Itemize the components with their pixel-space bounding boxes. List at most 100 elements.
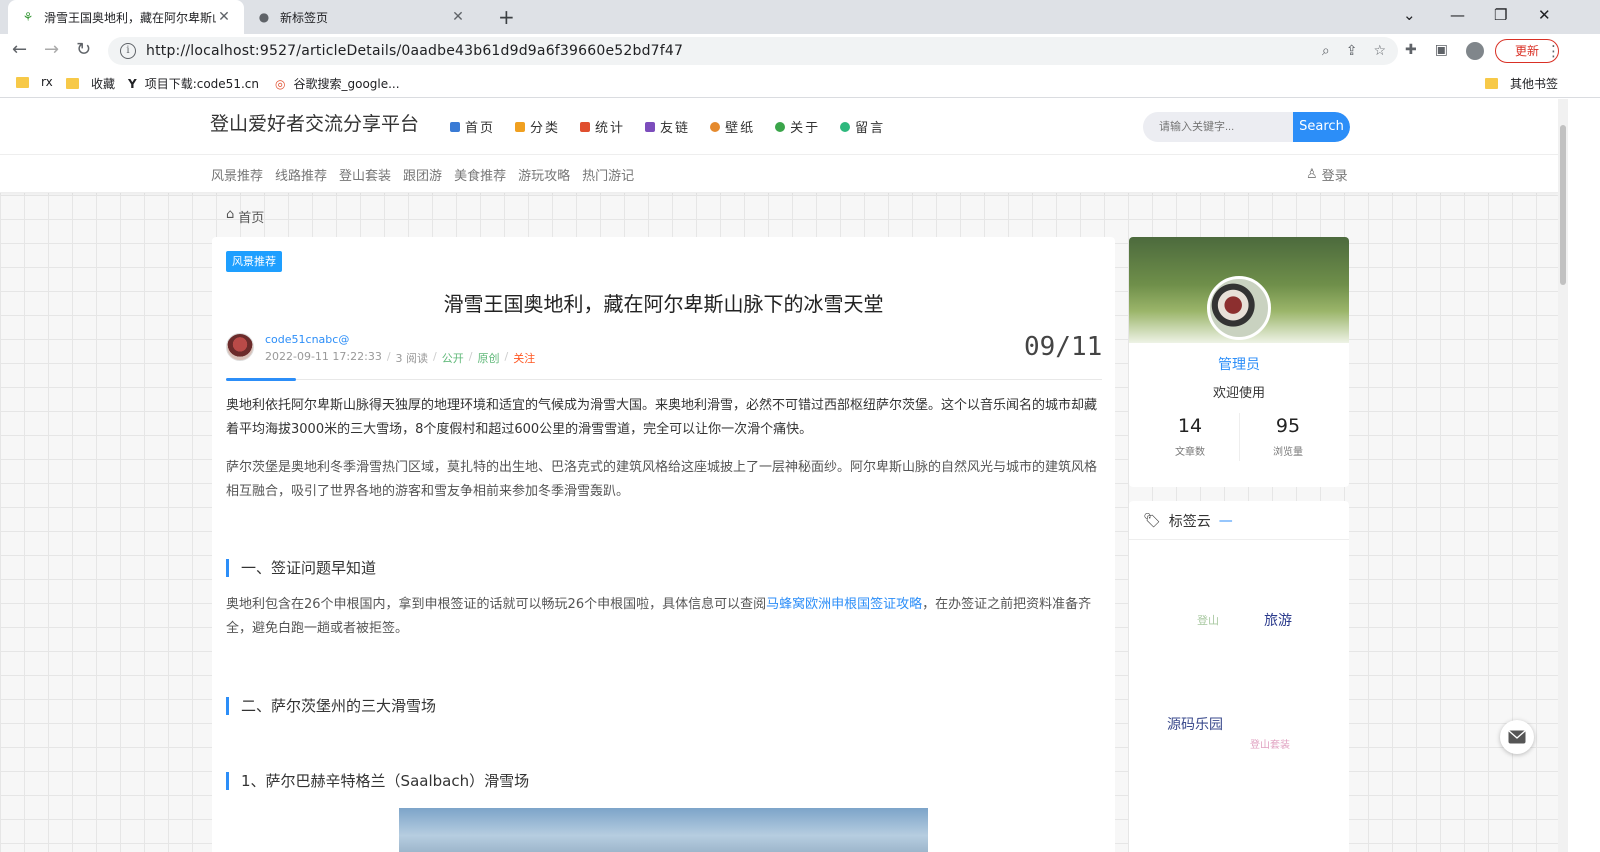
visa-guide-link[interactable]: 马蜂窝欧洲申根国签证攻略 xyxy=(766,597,922,612)
site-logo[interactable]: 登山爱好者交流分享平台 xyxy=(210,109,419,136)
article-meta: 2022-09-11 17:22:33 / 3 阅读 / 公开 / 原创 / 关… xyxy=(265,350,535,366)
subnav-item[interactable]: 美食推荐 xyxy=(454,165,506,184)
folder-icon xyxy=(66,78,79,89)
nav-about[interactable]: 关于 xyxy=(775,117,820,136)
stat-articles-label: 文章数 xyxy=(1175,447,1205,458)
links-nav-icon xyxy=(645,121,656,132)
article-visibility: 公开 xyxy=(441,352,464,365)
subnav-item[interactable]: 游玩攻略 xyxy=(518,165,570,184)
bookmark-rx[interactable]: rx xyxy=(16,75,53,89)
tag-item[interactable]: 登山 xyxy=(1197,612,1219,628)
browser-toolbar: ← → ↻ i http://localhost:9527/articleDet… xyxy=(0,34,1600,68)
puzzle-icon[interactable]: ✚ xyxy=(1405,42,1417,60)
stat-views[interactable]: 95 浏览量 xyxy=(1233,415,1343,458)
sub-nav: 风景推荐 线路推荐 登山套装 跟团游 美食推荐 游玩攻略 热门游记 xyxy=(211,165,634,184)
page-scrollbar[interactable] xyxy=(1558,99,1568,852)
page-viewport: 登山爱好者交流分享平台 首页 分类 统计 友链 壁纸 关于 留言 Search … xyxy=(0,99,1558,852)
bookmark-favorites[interactable]: 收藏 xyxy=(66,75,115,92)
minimize-icon[interactable]: — xyxy=(1450,6,1465,24)
subnav-item[interactable]: 热门游记 xyxy=(582,165,634,184)
breadcrumb: ⌂ 首页 xyxy=(226,207,264,226)
follow-link[interactable]: 关注 xyxy=(513,350,535,366)
home-icon: ⌂ xyxy=(226,207,235,222)
tag-cloud-divider xyxy=(1129,539,1349,540)
close-window-icon[interactable]: ✕ xyxy=(1538,6,1551,24)
home-nav-icon xyxy=(450,121,460,132)
bookmark-other[interactable]: 其他书签 xyxy=(1485,75,1558,92)
reload-icon[interactable]: ↻ xyxy=(76,39,91,60)
meta-separator: / xyxy=(386,350,391,363)
tag-item[interactable]: 登山套装 xyxy=(1250,736,1290,751)
author-avatar[interactable] xyxy=(226,333,254,361)
category-badge[interactable]: 风景推荐 xyxy=(226,251,282,272)
zoom-icon[interactable]: ⌕ xyxy=(1322,43,1330,59)
info-icon[interactable]: i xyxy=(120,43,136,59)
back-icon[interactable]: ← xyxy=(12,39,27,60)
subnav-item[interactable]: 登山套装 xyxy=(339,165,391,184)
bookmark-code51[interactable]: Y 项目下载:code51.cn xyxy=(128,75,259,92)
breadcrumb-home[interactable]: 首页 xyxy=(238,207,264,226)
wallpaper-nav-icon xyxy=(710,121,721,132)
section-heading: 一、签证问题早知道 xyxy=(226,559,376,577)
site-header: 登山爱好者交流分享平台 首页 分类 统计 友链 壁纸 关于 留言 Search … xyxy=(0,99,1558,193)
nav-wallpaper[interactable]: 壁纸 xyxy=(710,117,755,136)
tag-item[interactable]: 旅游 xyxy=(1264,610,1292,630)
close-icon[interactable]: ✕ xyxy=(216,9,232,25)
tab-strip: ⚘ 滑雪王国奥地利，藏在阿尔卑斯山 ✕ ● 新标签页 ✕ + ⌄ — ❐ ✕ xyxy=(0,0,1600,34)
subnav-item[interactable]: 线路推荐 xyxy=(275,165,327,184)
search-input[interactable] xyxy=(1143,112,1293,142)
forward-icon[interactable]: → xyxy=(44,39,59,60)
menu-icon[interactable]: ⋮ xyxy=(1546,42,1561,60)
browser-tab[interactable]: ● 新标签页 ✕ xyxy=(244,0,478,34)
address-bar[interactable]: i http://localhost:9527/articleDetails/0… xyxy=(108,37,1398,65)
sprout-icon: ⚘ xyxy=(22,10,34,24)
tab-title: 滑雪王国奥地利，藏在阿尔卑斯山 xyxy=(44,10,216,25)
subnav-item[interactable]: 风景推荐 xyxy=(211,165,263,184)
meta-separator: / xyxy=(468,350,473,363)
scrollbar-thumb[interactable] xyxy=(1560,125,1566,285)
section-heading: 二、萨尔茨堡州的三大滑雪场 xyxy=(226,697,436,715)
avatar[interactable] xyxy=(1207,276,1271,340)
stat-articles[interactable]: 14 文章数 xyxy=(1135,415,1245,458)
stats-nav-icon xyxy=(580,121,591,132)
url-text[interactable]: http://localhost:9527/articleDetails/0aa… xyxy=(146,43,683,59)
nav-home[interactable]: 首页 xyxy=(450,117,495,136)
subnav-item[interactable]: 跟团游 xyxy=(403,165,442,184)
profile-icon[interactable] xyxy=(1465,42,1484,60)
search-button[interactable]: Search xyxy=(1293,112,1350,142)
profile-welcome: 欢迎使用 xyxy=(1212,386,1265,401)
star-icon[interactable]: ☆ xyxy=(1373,43,1386,59)
tag-item[interactable]: 源码乐园 xyxy=(1167,714,1223,734)
globe-icon: ● xyxy=(258,10,270,24)
article-type: 原创 xyxy=(477,352,500,365)
nav-message[interactable]: 留言 xyxy=(840,117,885,136)
browser-tab-active[interactable]: ⚘ 滑雪王国奥地利，藏在阿尔卑斯山 ✕ xyxy=(8,0,244,34)
search-box: Search xyxy=(1143,112,1350,142)
nav-stats[interactable]: 统计 xyxy=(580,117,625,136)
section-heading: 1、萨尔巴赫辛特格兰（Saalbach）滑雪场 xyxy=(226,772,529,790)
profile-card: 管理员 欢迎使用 14 文章数 95 浏览量 xyxy=(1129,237,1349,487)
mail-button[interactable] xyxy=(1500,720,1534,754)
nav-category[interactable]: 分类 xyxy=(515,117,560,136)
tab-title: 新标签页 xyxy=(280,10,329,25)
author-name[interactable]: code51cnabc@ xyxy=(265,333,349,346)
close-icon[interactable]: ✕ xyxy=(450,9,466,25)
stat-articles-count: 14 xyxy=(1177,415,1203,437)
article-paragraph: 奥地利依托阿尔卑斯山脉得天独厚的地理环境和适宜的气候成为滑雪大国。来奥地利滑雪，… xyxy=(226,398,1098,437)
mail-icon xyxy=(1508,730,1526,744)
meta-separator: / xyxy=(504,350,509,363)
bookmark-google[interactable]: ◎ 谷歌搜索_google... xyxy=(275,75,400,92)
article-paragraph: 奥地利包含在26个申根国内，拿到申根签证的话就可以畅玩26个申根国啦，具体信息可… xyxy=(226,597,1092,636)
article-image xyxy=(399,808,928,852)
login-link[interactable]: ♙ 登录 xyxy=(1306,165,1348,184)
article-paragraph: 萨尔茨堡是奥地利冬季滑雪热门区域，莫扎特的出生地、巴洛克式的建筑风格给这座城披上… xyxy=(226,460,1098,499)
plus-icon[interactable]: + xyxy=(498,7,515,27)
stat-views-label: 浏览量 xyxy=(1273,447,1303,458)
chevron-down-icon[interactable]: ⌄ xyxy=(1403,6,1416,24)
restore-icon[interactable]: ❐ xyxy=(1494,6,1507,24)
share-icon[interactable]: ⇪ xyxy=(1346,43,1358,59)
tag-cloud-header: 🏷 标签云 — xyxy=(1143,511,1233,531)
profile-name[interactable]: 管理员 xyxy=(1129,354,1349,374)
sidebar-icon[interactable]: ▣ xyxy=(1435,42,1448,60)
nav-links[interactable]: 友链 xyxy=(645,117,690,136)
